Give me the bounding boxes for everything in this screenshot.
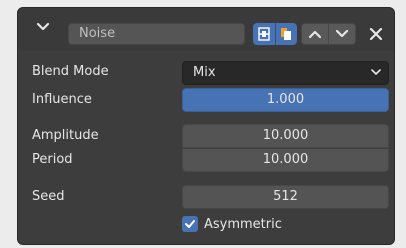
seed-label: Seed — [32, 189, 65, 204]
triangle-down-icon — [335, 29, 349, 38]
influence-label: Influence — [32, 92, 92, 107]
period-field[interactable]: 10.000 — [182, 148, 389, 172]
collapse-toggle[interactable] — [36, 20, 50, 34]
seed-field[interactable]: 512 — [182, 185, 389, 209]
modifier-toggles — [253, 23, 297, 45]
checkmark-icon — [185, 220, 195, 228]
amplitude-field[interactable]: 10.000 — [182, 124, 389, 148]
blend-mode-value: Mix — [193, 65, 216, 80]
panel-header: Noise — [18, 8, 394, 51]
modifier-panel: Noise Blend Mode Mix Influence 1.000 Amp… — [17, 7, 395, 245]
move-up-button[interactable] — [302, 24, 328, 44]
chevron-down-icon — [371, 69, 381, 75]
copy-document-icon — [281, 28, 292, 40]
asymmetric-checkbox[interactable] — [182, 216, 198, 232]
blend-mode-dropdown[interactable]: Mix — [182, 61, 389, 85]
period-label: Period — [32, 152, 73, 167]
close-icon — [369, 27, 383, 41]
amplitude-label: Amplitude — [32, 128, 99, 143]
move-buttons — [301, 23, 356, 45]
move-down-button[interactable] — [328, 24, 355, 44]
copy-toggle[interactable] — [274, 23, 297, 45]
blend-mode-label: Blend Mode — [32, 64, 109, 79]
modifier-name-field[interactable]: Noise — [68, 23, 245, 45]
close-button[interactable] — [366, 23, 386, 45]
asymmetric-option[interactable]: Asymmetric — [182, 214, 282, 234]
edit-mode-toggle[interactable] — [253, 23, 275, 45]
influence-slider[interactable]: 1.000 — [182, 88, 389, 112]
chevron-down-icon — [36, 22, 50, 31]
asymmetric-label: Asymmetric — [204, 216, 282, 232]
edit-mode-icon — [258, 27, 270, 41]
triangle-up-icon — [308, 30, 322, 39]
